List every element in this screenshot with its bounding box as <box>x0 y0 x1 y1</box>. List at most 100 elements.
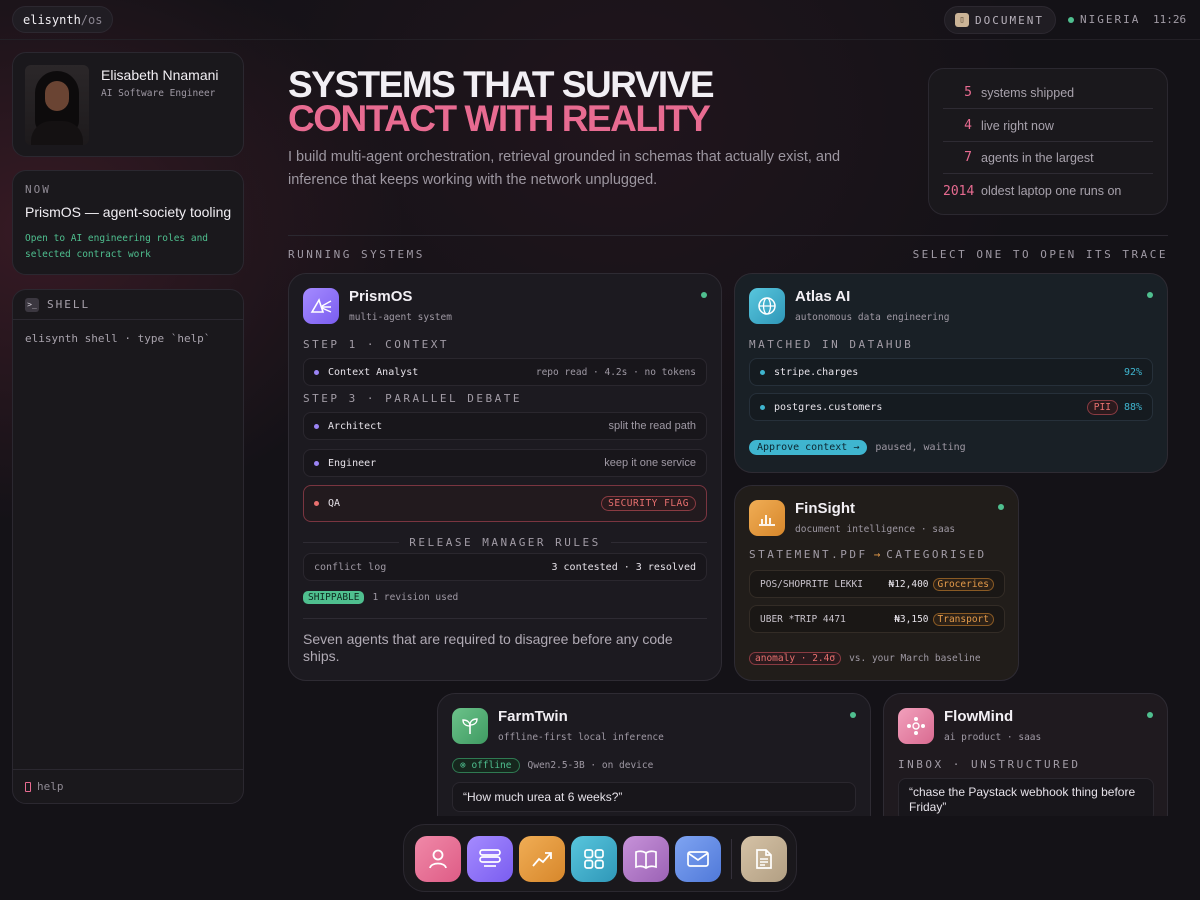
live-status-dot <box>998 504 1004 510</box>
prismos-card[interactable]: PrismOS multi-agent system STEP 1 · CONT… <box>288 273 722 681</box>
agent-name: Engineer <box>328 457 377 469</box>
document-button[interactable]: ▯ DOCUMENT <box>944 6 1056 34</box>
terminal-icon: >_ <box>25 297 39 312</box>
merchant-name: UBER *TRIP 4471 <box>760 613 846 625</box>
matched-label: MATCHED IN DATAHUB <box>749 338 914 351</box>
agent-row-engineer[interactable]: Engineer keep it one service <box>303 449 707 477</box>
live-status-dot <box>1147 292 1153 298</box>
agent-dot <box>314 369 319 375</box>
table-name: stripe.charges <box>774 366 859 378</box>
shell-prompt: help <box>37 780 64 793</box>
top-bar: elisynth/os ▯ DOCUMENT NIGERIA 11:26 <box>0 0 1200 40</box>
stat-number: 4 <box>964 118 972 133</box>
prismos-description: Seven agents that are required to disagr… <box>303 631 673 664</box>
hero-title-line2: CONTACT WITH REALITY <box>288 98 711 139</box>
security-flag-badge: SECURITY FLAG <box>601 496 696 511</box>
shell-header: >_ SHELL <box>13 290 243 320</box>
book-icon[interactable] <box>623 836 669 882</box>
table-name: postgres.customers <box>774 401 883 413</box>
prismos-title: PrismOS <box>349 288 413 305</box>
transaction-row[interactable]: UBER *TRIP 4471 ₦3,150 Transport <box>749 605 1005 633</box>
profile-icon[interactable] <box>415 836 461 882</box>
agent-meta: keep it one service <box>604 457 696 469</box>
section-divider <box>288 235 1168 236</box>
document-icon: ▯ <box>955 13 969 27</box>
atlas-title: Atlas AI <box>795 288 851 305</box>
stat-row: 7 agents in the largest <box>943 142 1153 174</box>
mail-icon[interactable] <box>675 836 721 882</box>
agent-row-context[interactable]: Context Analyst repo read · 4.2s · no to… <box>303 358 707 386</box>
category-badge: Transport <box>932 612 994 626</box>
flow-source: STATEMENT.PDF <box>749 548 868 561</box>
question-bubble[interactable]: “How much urea at 6 weeks?” <box>452 782 856 812</box>
app-dock <box>403 824 797 892</box>
flow-target: CATEGORISED <box>886 548 987 561</box>
amount: ₦3,150 <box>894 613 929 625</box>
brand-logo[interactable]: elisynth/os <box>12 6 114 33</box>
now-title: PrismOS — agent-society tooling <box>25 204 232 220</box>
document-icon[interactable] <box>741 836 787 882</box>
prism-icon <box>303 288 339 324</box>
shell-panel[interactable]: >_ SHELL elisynth shell · type `help` he… <box>12 289 244 804</box>
growth-icon[interactable] <box>519 836 565 882</box>
now-label: NOW <box>25 183 51 196</box>
section-title: RUNNING SYSTEMS <box>288 248 425 261</box>
conflict-log-row[interactable]: conflict log 3 contested · 3 resolved <box>303 553 707 581</box>
approval-status: paused, waiting <box>875 442 966 453</box>
flowmind-card[interactable]: FlowMind ai product · saas INBOX · UNSTR… <box>883 693 1168 833</box>
clock: 11:26 <box>1153 13 1187 26</box>
stat-text: live right now <box>981 118 1054 133</box>
offline-badge: ⊗ offline <box>452 758 520 773</box>
model-status: ⊗ offline Qwen2.5-3B · on device <box>452 758 653 773</box>
prismos-subtitle: multi-agent system <box>349 312 452 323</box>
agent-name: Architect <box>328 420 383 432</box>
shell-output: elisynth shell · type `help` <box>25 332 211 345</box>
step-context-label: STEP 1 · CONTEXT <box>303 338 449 351</box>
ship-status: SHIPPABLE 1 revision used <box>303 591 458 604</box>
baseline-text: vs. your March baseline <box>849 653 981 664</box>
stat-number: 7 <box>964 150 972 165</box>
agent-dot <box>314 460 319 466</box>
section-hint: SELECT ONE TO OPEN ITS TRACE <box>912 248 1168 261</box>
stat-text: agents in the largest <box>981 150 1094 165</box>
stat-text: systems shipped <box>981 85 1075 100</box>
now-subtitle: Open to AI engineering roles and selecte… <box>25 233 209 260</box>
shippable-badge: SHIPPABLE <box>303 591 365 604</box>
systems-icon[interactable] <box>467 836 513 882</box>
merchant-name: POS/SHOPRITE LEKKI <box>760 578 863 590</box>
farmtwin-card[interactable]: FarmTwin offline-first local inference ⊗… <box>437 693 871 833</box>
conflict-label: conflict log <box>314 561 387 573</box>
agent-meta: split the read path <box>608 420 696 432</box>
rules-divider: RELEASE MANAGER RULES <box>303 536 708 549</box>
hero-lead: I build multi-agent orchestration, retri… <box>288 149 841 188</box>
agent-row-qa[interactable]: QA SECURITY FLAG <box>303 485 707 522</box>
apps-icon[interactable] <box>571 836 617 882</box>
brand-suffix: /os <box>80 13 103 27</box>
stats-card: 5 systems shipped 4 live right now 7 agents… <box>928 68 1168 215</box>
offline-icon: ⊗ <box>460 760 472 771</box>
datahub-row-stripe[interactable]: stripe.charges 92% <box>749 358 1153 386</box>
agent-row-architect[interactable]: Architect split the read path <box>303 412 707 440</box>
shell-title: SHELL <box>47 298 91 311</box>
live-status-dot <box>1147 712 1153 718</box>
shell-input[interactable]: help <box>13 769 243 803</box>
agent-name: QA <box>328 498 341 509</box>
sprout-icon <box>452 708 488 744</box>
profile-name: Elisabeth Nnamani <box>101 67 219 83</box>
live-status-dot <box>850 712 856 718</box>
location-label: NIGERIA <box>1080 13 1141 26</box>
brand-name: elisynth <box>23 13 81 27</box>
finsight-card[interactable]: FinSight document intelligence · saas ST… <box>734 485 1019 681</box>
agent-dot <box>314 423 319 429</box>
stat-number: 2014 <box>943 183 975 199</box>
arrow-right-icon: → <box>873 548 881 561</box>
stat-row: 5 systems shipped <box>943 77 1153 109</box>
atlas-subtitle: autonomous data engineering <box>795 312 950 323</box>
approve-context-button[interactable]: Approve context → <box>749 440 868 455</box>
model-info: Qwen2.5-3B · on device <box>527 760 654 771</box>
atlas-card[interactable]: Atlas AI autonomous data engineering MAT… <box>734 273 1168 473</box>
agent-name: Context Analyst <box>328 366 419 378</box>
transaction-row[interactable]: POS/SHOPRITE LEKKI ₦12,400 Groceries <box>749 570 1005 598</box>
datahub-row-postgres[interactable]: postgres.customers PII 88% <box>749 393 1153 421</box>
table-dot <box>760 404 765 410</box>
